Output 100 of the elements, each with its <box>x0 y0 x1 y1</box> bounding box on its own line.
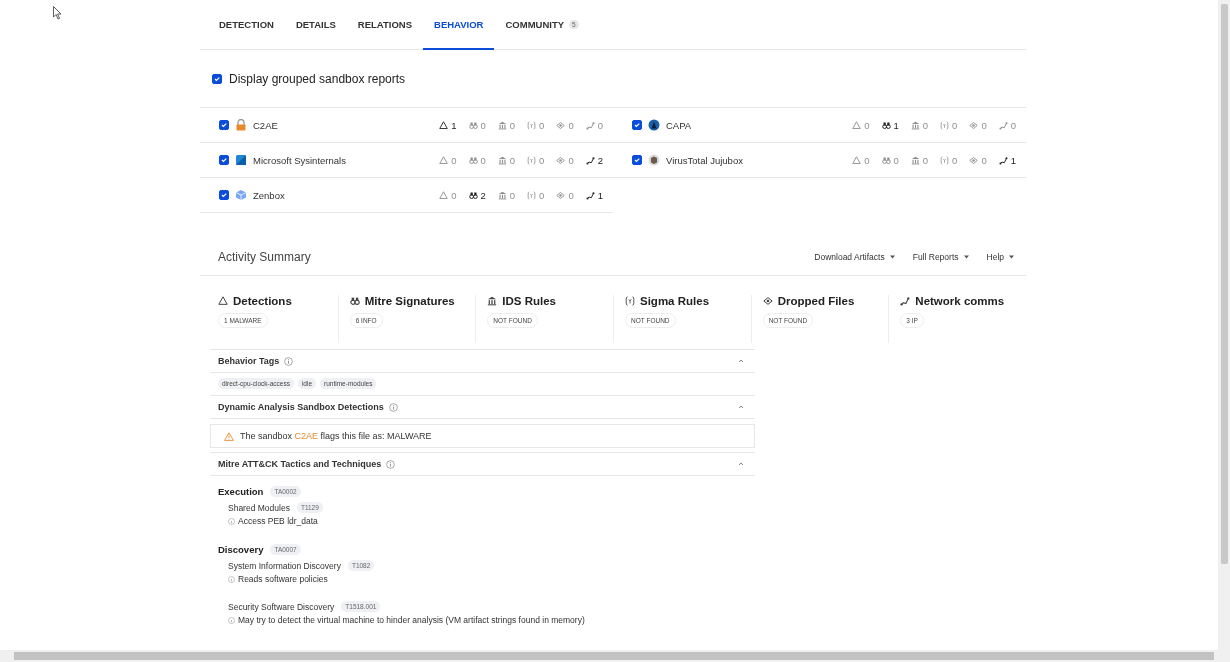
checkbox[interactable] <box>219 120 229 130</box>
box-icon <box>648 154 660 166</box>
tab[interactable]: RELATIONS <box>346 0 423 50</box>
section-title: Dynamic Analysis Sandbox Detections <box>218 402 384 412</box>
checkbox[interactable] <box>212 73 222 84</box>
technique-name: Shared Modules <box>228 502 290 513</box>
section-title: Activity Summary <box>218 249 311 264</box>
stat-count: 0 <box>969 154 987 166</box>
checkbox-label: Display grouped sandbox reports <box>229 71 406 86</box>
card-title: IDS Rules <box>502 295 556 307</box>
columns-icon <box>497 155 507 165</box>
technique-note: Reads software policies <box>238 574 328 584</box>
stat-count: 0 <box>439 189 457 201</box>
braces-icon <box>527 155 537 165</box>
stat-count: 0 <box>497 119 516 131</box>
padlock-icon <box>235 119 247 131</box>
sandbox-name: CAPA <box>666 119 692 131</box>
stat-count: 2 <box>585 154 603 166</box>
columns-icon <box>487 296 498 306</box>
stat-count: 0 <box>439 154 457 166</box>
tab[interactable]: DETAILS <box>284 0 347 50</box>
stat-count: 0 <box>910 154 929 166</box>
stat-count: 0 <box>556 119 574 131</box>
tactic-name: Discovery <box>218 544 264 555</box>
binoculars-icon <box>468 155 478 165</box>
info-icon <box>284 356 294 366</box>
stat-count: 0 <box>998 119 1016 131</box>
stat-count: 0 <box>881 154 899 166</box>
stat-count: 0 <box>852 119 870 131</box>
checkbox[interactable] <box>219 190 229 200</box>
stat-count: 0 <box>527 119 545 131</box>
warning-icon <box>224 431 234 441</box>
stat-count: 0 <box>497 189 516 201</box>
cube-icon <box>235 189 247 201</box>
technique-note: May try to detect the virtual machine to hinder analysis (VM artifact strings found in memory) <box>238 615 585 625</box>
checkbox[interactable] <box>632 120 642 130</box>
binoculars-icon <box>468 120 478 130</box>
alert-text: The sandbox C2AE flags this file as: MALWARE <box>240 431 432 441</box>
horizontal-scrollbar[interactable] <box>0 650 1230 662</box>
section-header[interactable]: Mitre ATT&CK Tactics and Techniques <box>210 452 755 476</box>
stat-count: 0 <box>585 119 603 131</box>
technique-note: Access PEB ldr_data <box>238 516 318 526</box>
eye-icon <box>969 155 979 165</box>
chevron-icon[interactable] <box>737 403 745 411</box>
stat-count: 0 <box>468 154 486 166</box>
caret-icon <box>963 254 969 259</box>
warning-icon <box>439 190 449 200</box>
binoculars-icon <box>881 120 891 130</box>
logo-icon <box>648 119 660 131</box>
binoculars-icon <box>881 155 891 165</box>
sandbox-name: VirusTotal Jujubox <box>666 154 743 166</box>
columns-icon <box>910 155 920 165</box>
network-icon <box>585 155 595 165</box>
stat-count: 0 <box>940 154 958 166</box>
info-icon <box>228 616 235 624</box>
warning-icon <box>439 120 449 130</box>
dropdown-menu[interactable]: Full Reports <box>912 251 969 262</box>
braces-icon <box>527 120 537 130</box>
info-icon <box>228 517 235 525</box>
chevron-icon[interactable] <box>737 357 745 365</box>
dropdown-menu[interactable]: Download Artifacts <box>814 251 895 262</box>
caret-icon <box>889 254 895 259</box>
vertical-scrollbar[interactable] <box>1218 0 1230 650</box>
checkbox[interactable] <box>632 155 642 165</box>
checkbox[interactable] <box>219 155 229 165</box>
columns-icon <box>497 190 507 200</box>
braces-icon <box>940 155 950 165</box>
caret-icon <box>1009 254 1014 259</box>
dropdown-menu[interactable]: Help <box>986 251 1014 262</box>
stat-count: 0 <box>910 119 929 131</box>
stat-count: 1 <box>439 119 457 131</box>
sandbox-name: C2AE <box>253 119 278 131</box>
warning-icon <box>852 120 862 130</box>
stat-count: 0 <box>468 119 486 131</box>
sandbox-name: Zenbox <box>253 189 285 201</box>
card-title: Sigma Rules <box>640 295 710 307</box>
columns-icon <box>910 120 920 130</box>
stat-count: 0 <box>497 154 516 166</box>
chevron-icon[interactable] <box>737 460 745 468</box>
braces-icon <box>940 120 950 130</box>
eye-icon <box>762 296 773 306</box>
info-icon <box>386 459 396 469</box>
stat-count: 0 <box>527 189 545 201</box>
tab[interactable]: BEHAVIOR <box>423 0 495 50</box>
binoculars-icon <box>349 296 360 306</box>
network-icon <box>585 120 595 130</box>
section-header[interactable]: Dynamic Analysis Sandbox Detections <box>210 395 755 419</box>
braces-icon <box>527 190 537 200</box>
tab[interactable]: DETECTION <box>208 0 285 50</box>
eye-icon <box>556 155 566 165</box>
stat-count: 1 <box>998 154 1016 166</box>
warning-icon <box>218 296 228 306</box>
info-icon <box>228 575 235 583</box>
stat-count: 2 <box>468 189 486 201</box>
warning-icon <box>852 155 862 165</box>
tactic-name: Execution <box>218 486 264 497</box>
card-title: Network comms <box>915 295 1005 307</box>
section-title: Mitre ATT&CK Tactics and Techniques <box>218 459 382 469</box>
section-header[interactable]: Behavior Tags <box>210 349 755 373</box>
eye-icon <box>969 120 979 130</box>
